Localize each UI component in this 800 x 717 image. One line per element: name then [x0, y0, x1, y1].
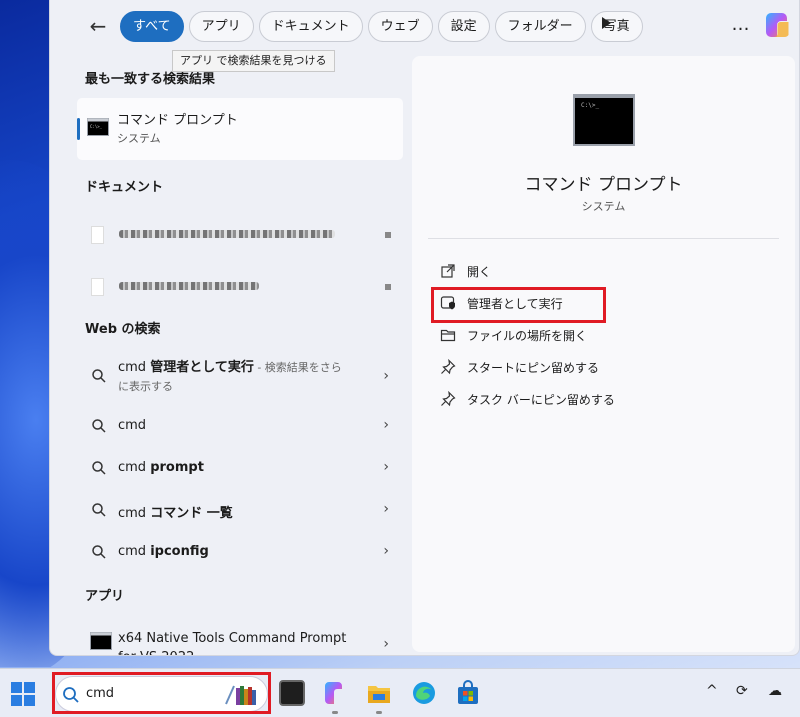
web-result-text: cmd 管理者として実行 - 検索結果をさら に表示する	[118, 360, 342, 393]
search-icon	[92, 503, 106, 517]
more-filters-arrow-icon[interactable]	[602, 17, 611, 29]
running-indicator	[332, 711, 338, 714]
filter-chips: すべて アプリ ドキュメント ウェブ 設定 フォルダー 写真	[120, 11, 643, 42]
action-label: ファイルの場所を開く	[467, 329, 588, 343]
document-item[interactable]	[91, 276, 391, 300]
highlight-annotation	[431, 287, 606, 323]
web-search-header: Web の検索	[85, 322, 161, 337]
open-external-icon	[441, 264, 455, 278]
chip-photos[interactable]: 写真	[590, 11, 643, 42]
web-result-text: cmd ipconfig	[118, 544, 209, 559]
web-result-text: cmd	[118, 418, 147, 433]
chevron-right-icon: ›	[383, 543, 389, 559]
search-icon	[92, 369, 106, 383]
chip-web[interactable]: ウェブ	[367, 11, 433, 42]
chevron-right-icon: ›	[383, 501, 389, 517]
file-explorer-icon[interactable]	[366, 680, 392, 706]
preview-app-name: コマンド プロンプト	[524, 175, 683, 195]
search-icon	[92, 545, 106, 559]
terminal-icon	[90, 632, 112, 650]
document-meta-redacted	[385, 284, 391, 290]
best-match-item[interactable]: C:\>_ コマンド プロンプト システム	[77, 98, 403, 160]
chip-all[interactable]: すべて	[120, 11, 184, 42]
start-button[interactable]	[11, 682, 35, 706]
action-label: スタートにピン留めする	[467, 361, 600, 375]
task-view-icon[interactable]	[279, 680, 305, 706]
action-label: 開く	[467, 265, 492, 279]
action-pin-to-taskbar[interactable]: タスク バーにピン留めする	[440, 387, 740, 411]
documents-header: ドキュメント	[85, 180, 164, 195]
filter-bar: ← すべて アプリ ドキュメント ウェブ 設定 フォルダー 写真 …	[50, 0, 799, 52]
terminal-icon: C:\>_	[87, 118, 109, 136]
document-name-redacted	[119, 230, 335, 238]
document-item[interactable]	[91, 224, 391, 248]
chip-documents[interactable]: ドキュメント	[258, 11, 363, 42]
more-options-button[interactable]: …	[730, 12, 752, 38]
action-pin-to-start[interactable]: スタートにピン留めする	[440, 355, 740, 379]
sync-icon[interactable]: ⟳	[736, 683, 748, 699]
chip-apps[interactable]: アプリ	[188, 11, 254, 42]
pin-icon	[441, 359, 456, 375]
app-result-name: x64 Native Tools Command Prompt for VS 2…	[118, 631, 347, 655]
chevron-right-icon: ›	[383, 636, 389, 652]
chevron-right-icon: ›	[383, 459, 389, 475]
document-icon	[91, 226, 104, 244]
terminal-icon: C:\>_	[573, 94, 635, 146]
web-result-item[interactable]: cmd ipconfig ›	[77, 533, 403, 573]
highlight-annotation	[52, 672, 271, 714]
action-open[interactable]: 開く	[440, 259, 740, 283]
apps-header: アプリ	[85, 589, 125, 604]
document-name-redacted	[119, 282, 259, 290]
web-result-item[interactable]: cmd コマンド 一覧 ›	[77, 491, 403, 531]
web-result-text: cmd コマンド 一覧	[118, 506, 233, 521]
web-result-item[interactable]: cmd prompt ›	[77, 449, 403, 489]
preview-app-type: システム	[581, 200, 626, 213]
chevron-right-icon: ›	[383, 417, 389, 433]
back-button[interactable]: ←	[86, 14, 110, 38]
preview-pane: C:\>_ コマンド プロンプト システム 開く 管理者として実行 ファイルの場…	[412, 56, 795, 652]
search-panel: ← すべて アプリ ドキュメント ウェブ 設定 フォルダー 写真 … アプリ で…	[49, 0, 800, 656]
pin-icon	[441, 391, 456, 407]
folder-icon	[440, 329, 456, 342]
app-result-item[interactable]: x64 Native Tools Command Prompt for VS 2…	[77, 626, 403, 655]
best-match-type: システム	[117, 132, 161, 145]
chip-settings[interactable]: 設定	[437, 11, 490, 42]
running-indicator	[376, 711, 382, 714]
best-match-name: コマンド プロンプト	[117, 113, 238, 128]
search-icon	[92, 419, 106, 433]
web-result-item[interactable]: cmd 管理者として実行 - 検索結果をさら に表示する ›	[77, 354, 403, 404]
cloud-offline-icon[interactable]: ☁	[768, 683, 782, 699]
copilot-icon[interactable]	[322, 680, 348, 706]
action-label: タスク バーにピン留めする	[467, 393, 615, 407]
show-hidden-icons-button[interactable]: ^	[706, 683, 718, 699]
action-open-file-location[interactable]: ファイルの場所を開く	[440, 323, 740, 347]
web-result-text: cmd prompt	[118, 460, 204, 475]
chevron-right-icon: ›	[383, 368, 389, 384]
chip-folders[interactable]: フォルダー	[494, 11, 586, 42]
filter-tooltip: アプリ で検索結果を見つける	[172, 50, 335, 72]
document-meta-redacted	[385, 232, 391, 238]
document-icon	[91, 278, 104, 296]
divider	[428, 238, 779, 239]
selection-indicator	[77, 118, 80, 140]
search-icon	[92, 461, 106, 475]
edge-icon[interactable]	[411, 680, 437, 706]
store-icon[interactable]	[455, 680, 481, 706]
svg-text:C:\>_: C:\>_	[90, 124, 103, 129]
web-result-item[interactable]: cmd ›	[77, 407, 403, 447]
copilot-icon[interactable]	[763, 10, 793, 40]
